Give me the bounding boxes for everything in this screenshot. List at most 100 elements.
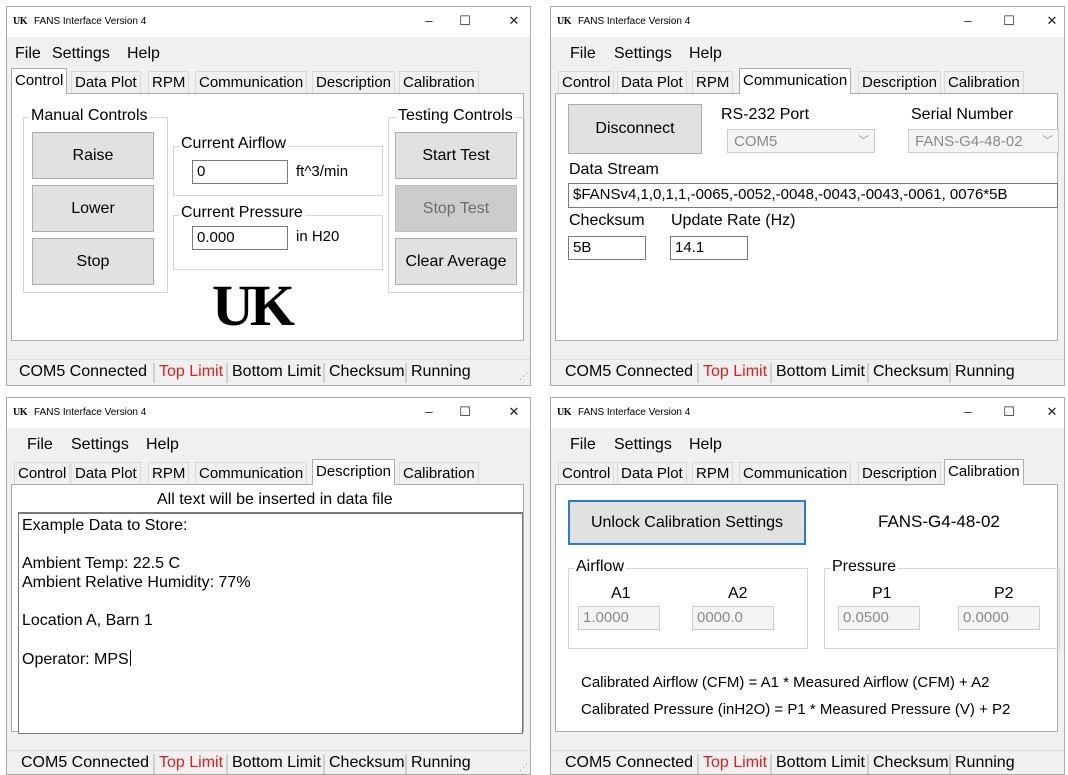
menu-file[interactable]: File [15,45,41,63]
menu-settings[interactable]: Settings [71,436,129,454]
app-logo-icon: UK [13,407,28,418]
tab-rpm[interactable]: RPM [692,71,734,93]
window-title: FANS Interface Version 4 [34,407,147,418]
close-icon[interactable]: ✕ [502,12,526,30]
app-logo-icon: UK [557,407,572,418]
lower-button[interactable]: Lower [32,185,154,232]
tab-rpm[interactable]: RPM [148,462,190,484]
a2-label: A2 [728,585,748,602]
tab-description[interactable]: Description [858,462,942,484]
minimize-icon[interactable]: – [417,403,441,421]
chevron-down-icon: ﹀ [1042,135,1053,147]
minimize-icon[interactable]: – [956,403,980,421]
window-title: FANS Interface Version 4 [578,16,691,27]
tab-control[interactable]: Control [14,462,71,484]
menu-file[interactable]: File [27,436,53,454]
menu-help[interactable]: Help [689,436,722,454]
checksum-field[interactable]: 5B [568,236,646,260]
tab-description[interactable]: Description [858,71,942,93]
minimize-icon[interactable]: – [956,12,980,30]
tab-calibration[interactable]: Calibration [399,462,479,484]
p1-field[interactable]: 0.0500 [838,606,920,630]
menu-settings[interactable]: Settings [52,45,110,63]
stop-test-button[interactable]: Stop Test [395,185,517,232]
window-description: UK FANS Interface Version 4 – ☐ ✕ File S… [6,397,531,775]
tab-control[interactable]: Control [558,462,615,484]
menu-help[interactable]: Help [127,45,160,63]
airflow-value-field[interactable]: 0 [192,160,288,184]
unlock-calibration-button[interactable]: Unlock Calibration Settings [568,500,806,545]
status-checksum: Checksum [329,363,405,380]
tab-communication[interactable]: Communication [195,71,308,93]
menu-file[interactable]: File [570,436,596,454]
tab-calibration[interactable]: Calibration [399,71,479,93]
raise-button[interactable]: Raise [32,132,154,179]
menu-help[interactable]: Help [146,436,179,454]
close-icon[interactable]: ✕ [502,403,526,421]
tab-rpm[interactable]: RPM [148,71,190,93]
rs232-port-value: COM5 [734,133,778,150]
minimize-icon[interactable]: – [417,12,441,30]
rs232-port-select[interactable]: COM5 ﹀ [727,129,875,153]
description-line: Location A, Barn 1 [22,612,153,629]
stop-button[interactable]: Stop [32,238,154,285]
status-top-limit: Top Limit [159,754,224,771]
menu-file[interactable]: File [570,45,596,63]
a2-field[interactable]: 0000.0 [692,606,774,630]
close-icon[interactable]: ✕ [1040,403,1064,421]
data-stream-field[interactable]: $FANSv4,1,0,1,1,-0065,-0052,-0048,-0043,… [568,183,1058,208]
tab-data-plot[interactable]: Data Plot [617,462,687,484]
maximize-icon[interactable]: ☐ [453,12,477,30]
maximize-icon[interactable]: ☐ [453,403,477,421]
status-bottom-limit: Bottom Limit [776,754,865,771]
current-pressure-label: Current Pressure [179,204,305,222]
window-title: FANS Interface Version 4 [34,16,147,27]
tab-communication[interactable]: Communication [739,68,852,94]
tab-data-plot[interactable]: Data Plot [71,462,141,484]
uk-logo: UK [212,273,295,338]
tab-description[interactable]: Description [312,459,396,485]
resize-grip-icon[interactable]: ⋰ [519,762,528,773]
tab-rpm[interactable]: RPM [692,462,734,484]
resize-grip-icon[interactable]: ⋰ [519,371,528,382]
tab-communication[interactable]: Communication [739,462,852,484]
disconnect-button[interactable]: Disconnect [568,104,702,154]
tab-control[interactable]: Control [558,71,615,93]
control-panel: Manual Controls Raise Lower Stop Current… [11,93,525,341]
pressure-unit-label: in H20 [296,228,340,245]
p2-field[interactable]: 0.0000 [958,606,1040,630]
tab-calibration[interactable]: Calibration [944,459,1024,485]
start-test-button[interactable]: Start Test [395,132,517,179]
tab-data-plot[interactable]: Data Plot [71,71,141,93]
status-running: Running [955,754,1015,771]
pressure-value-field[interactable]: 0.000 [192,226,288,250]
status-running: Running [411,754,471,771]
description-panel: All text will be inserted in data file E… [11,484,524,734]
menu-settings[interactable]: Settings [614,45,672,63]
title-bar[interactable]: UK FANS Interface Version 4 – ☐ ✕ [551,398,1064,428]
status-divider [949,363,951,383]
maximize-icon[interactable]: ☐ [997,12,1021,30]
tab-strip: Control Data Plot RPM Communication Desc… [7,459,530,485]
tab-description[interactable]: Description [312,71,396,93]
close-icon[interactable]: ✕ [1040,12,1064,30]
tab-data-plot[interactable]: Data Plot [617,71,687,93]
title-bar[interactable]: UK FANS Interface Version 4 – ☐ ✕ [7,7,530,37]
airflow-group-label: Airflow [574,558,627,576]
title-bar[interactable]: UK FANS Interface Version 4 – ☐ ✕ [551,7,1064,37]
status-bottom-limit: Bottom Limit [232,754,321,771]
update-rate-field[interactable]: 14.1 [670,236,748,260]
maximize-icon[interactable]: ☐ [997,403,1021,421]
tab-communication[interactable]: Communication [195,462,308,484]
title-bar[interactable]: UK FANS Interface Version 4 – ☐ ✕ [7,398,530,428]
menu-help[interactable]: Help [689,45,722,63]
status-checksum: Checksum [873,754,949,771]
status-top-limit: Top Limit [703,754,768,771]
menu-settings[interactable]: Settings [614,436,672,454]
serial-number-select[interactable]: FANS-G4-48-02 ﹀ [908,129,1059,153]
a1-field[interactable]: 1.0000 [578,606,660,630]
clear-average-button[interactable]: Clear Average [395,238,517,285]
tab-control[interactable]: Control [11,68,68,94]
description-textarea[interactable]: Example Data to Store: Ambient Temp: 22.… [18,512,523,734]
tab-calibration[interactable]: Calibration [944,71,1024,93]
